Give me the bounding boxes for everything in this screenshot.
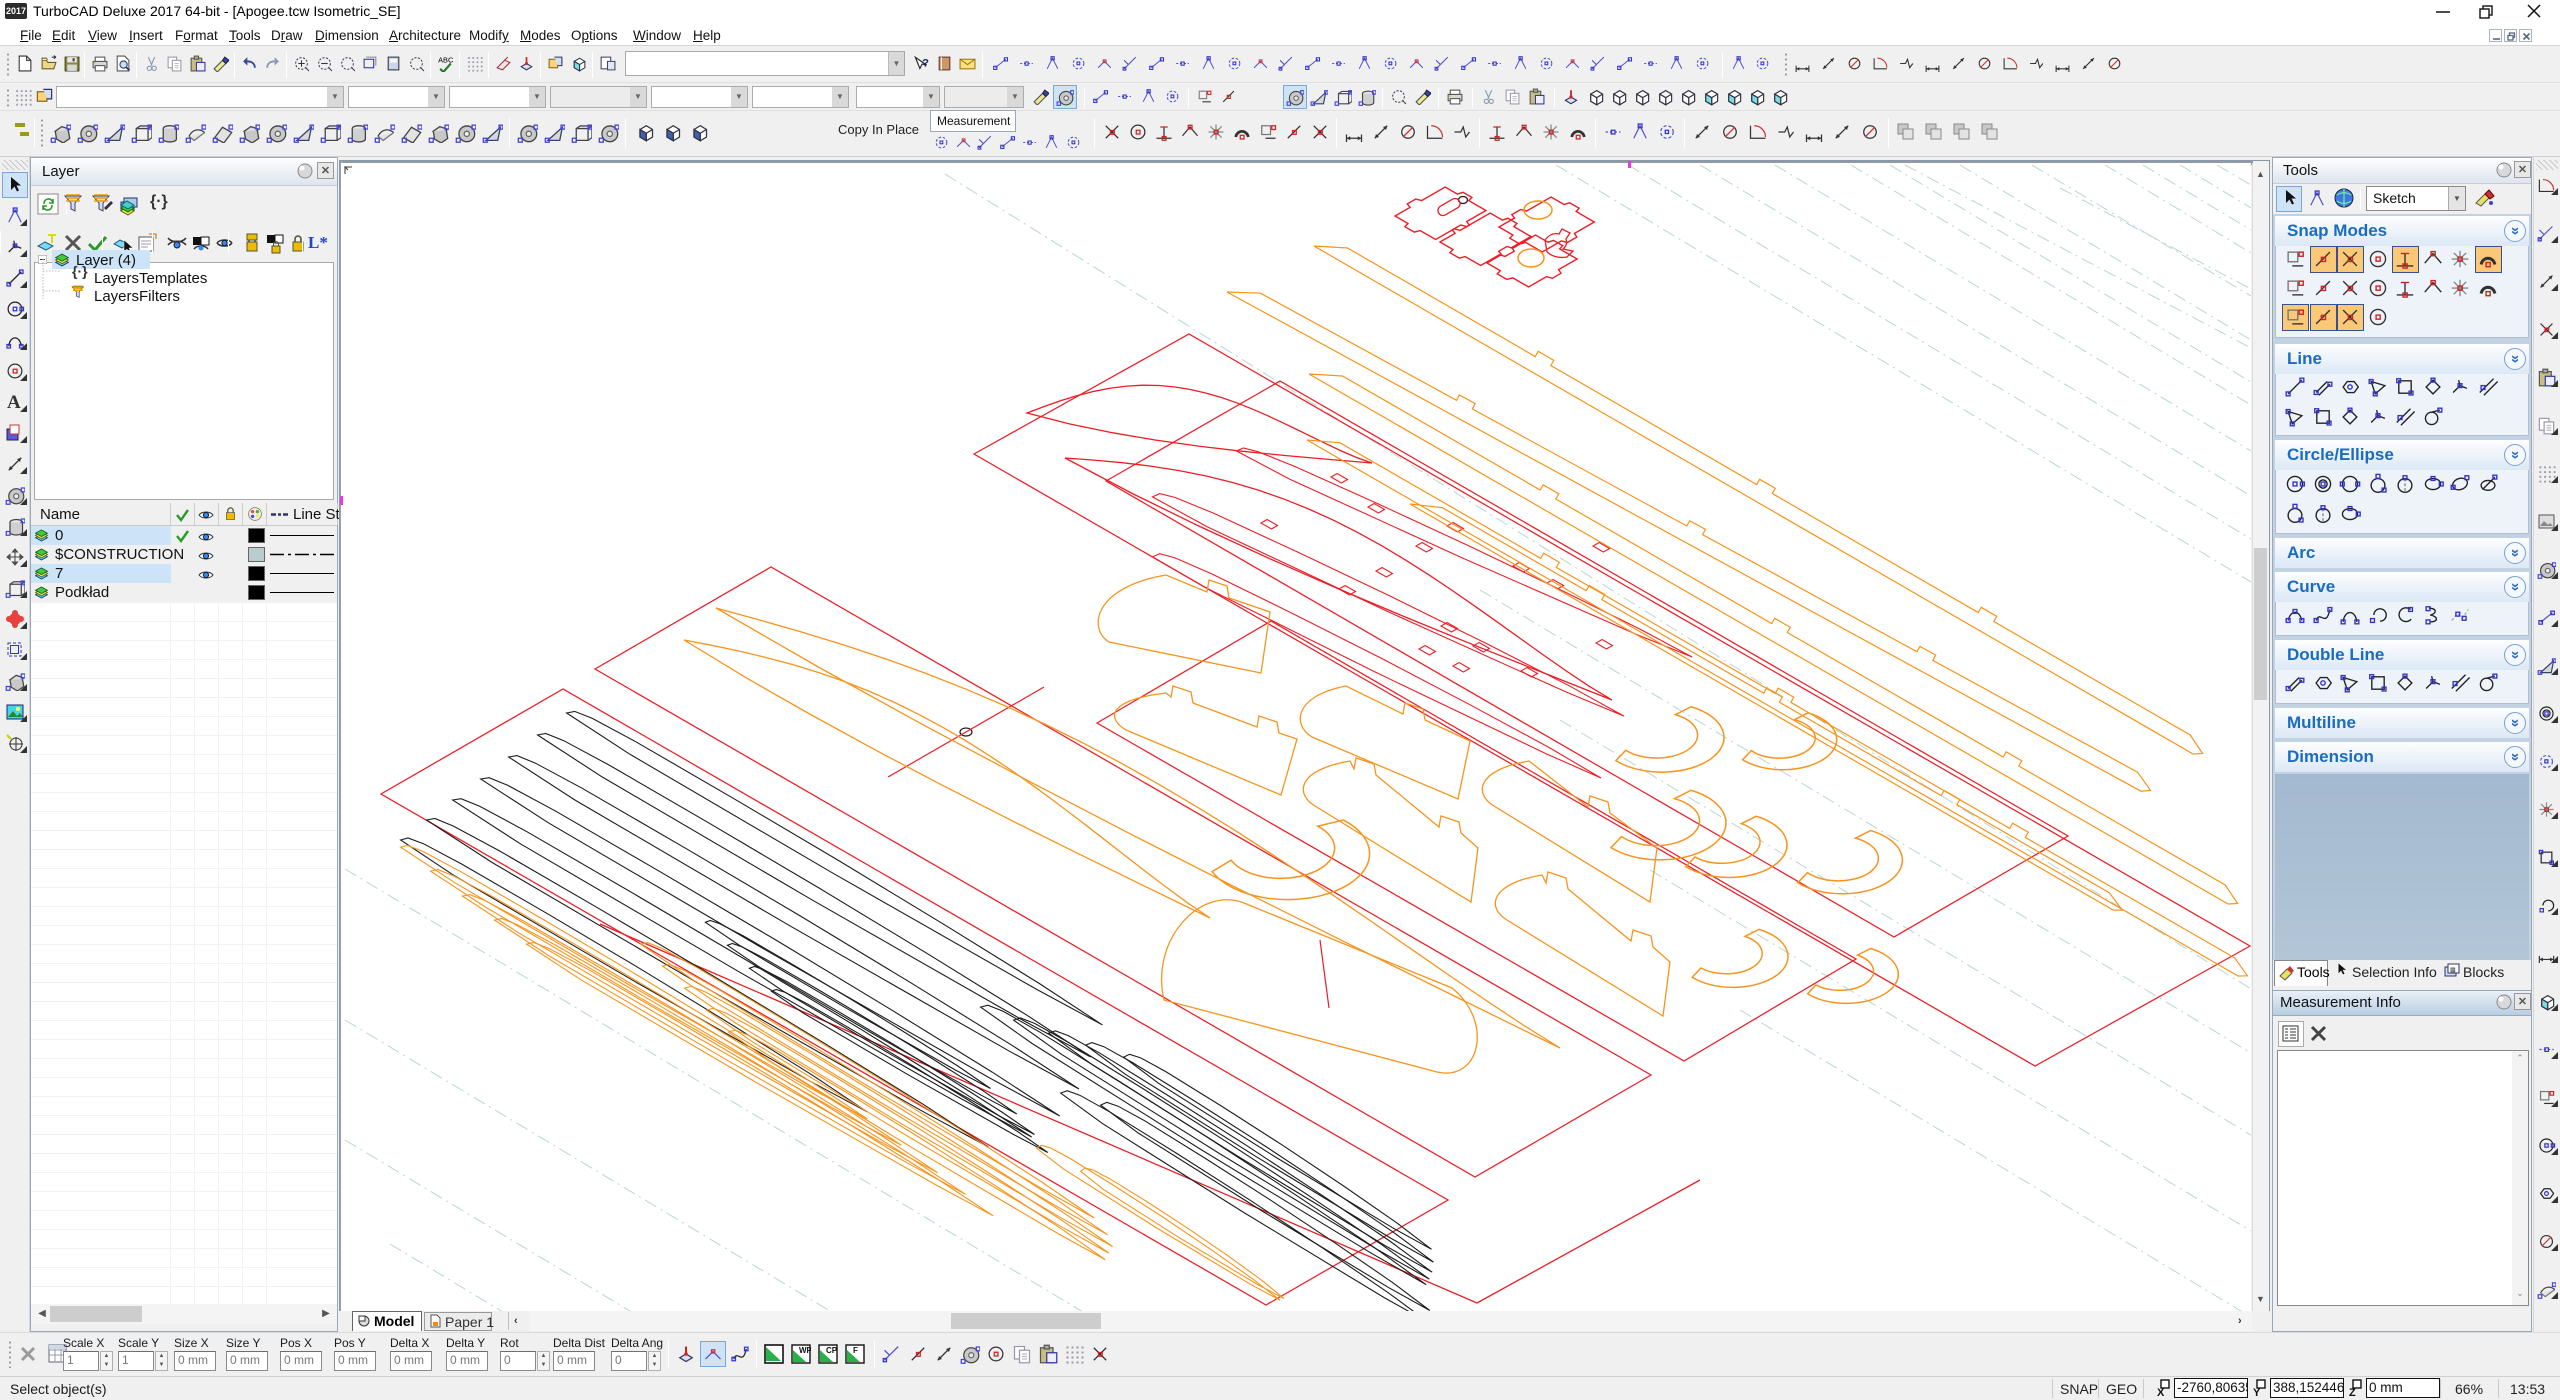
svg-text:Z: Z [2349,1387,2356,1398]
svg-text:Y: Y [2253,1387,2261,1398]
svg-text:F: F [853,1346,858,1355]
svg-text:CP: CP [826,1346,838,1355]
svg-text:WP: WP [799,1346,811,1355]
svg-text:ABC: ABC [438,55,454,64]
svg-text:?: ? [922,57,929,69]
svg-text:X: X [2157,1387,2165,1398]
svg-text:▦: ▦ [2450,968,2456,974]
